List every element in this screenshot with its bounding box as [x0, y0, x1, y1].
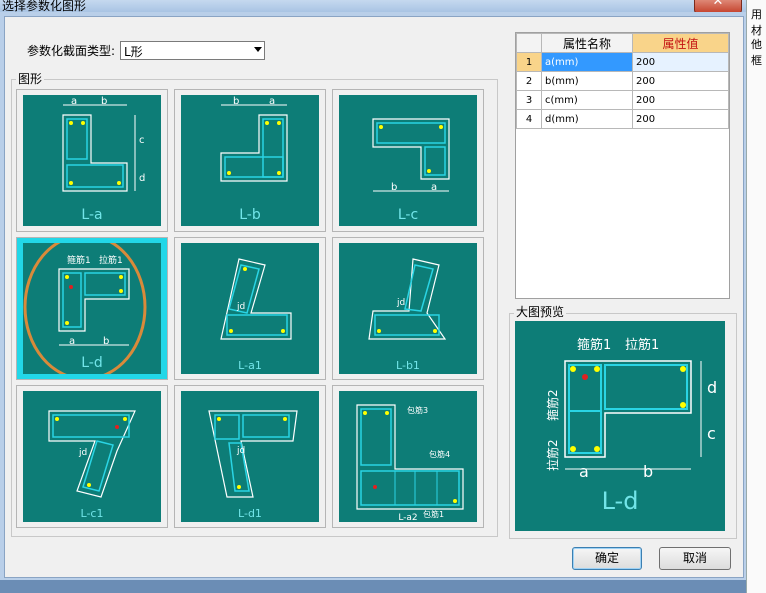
label-gujin1: 箍筋1: [577, 337, 611, 353]
row-number: 3: [516, 90, 542, 110]
column-header-name: 属性名称: [541, 33, 633, 53]
label-a: a: [71, 96, 77, 107]
background-text-2: 他框: [751, 38, 762, 67]
section-type-select[interactable]: L形: [120, 41, 265, 60]
ok-button[interactable]: 确定: [572, 547, 642, 570]
label-b: b: [233, 96, 239, 107]
table-row[interactable]: 1 a(mm) 200: [516, 52, 729, 72]
label-baojin3: 包筋3: [407, 405, 428, 415]
l-c1-diagram: jd: [48, 410, 136, 498]
table-header-row: 属性名称 属性值: [516, 33, 729, 53]
label-jd: jd: [236, 446, 245, 456]
shape-diagram: jd L-d1: [181, 391, 319, 522]
section-type-value: L形: [124, 45, 143, 59]
property-grid[interactable]: 属性名称 属性值 1 a(mm) 200 2 b(mm) 200 3 c(mm)…: [515, 32, 730, 299]
shape-caption: L-c: [397, 207, 419, 223]
shape-diagram: jd L-c1: [23, 391, 161, 522]
shape-caption: L-c1: [80, 507, 104, 520]
table-row[interactable]: 3 c(mm) 200: [516, 90, 729, 110]
l-a1-diagram: jd: [220, 258, 292, 340]
shape-thumb-l-d[interactable]: a b 箍筋1 拉筋1 L-d: [16, 233, 168, 381]
shape-diagram: jd L-b1: [339, 243, 477, 374]
shape-caption: L-a1: [238, 359, 262, 372]
shape-caption: L-a: [81, 207, 103, 223]
cancel-button[interactable]: 取消: [659, 547, 731, 570]
table-row[interactable]: 2 b(mm) 200: [516, 71, 729, 91]
l-d1-diagram: jd: [208, 410, 298, 498]
shape-caption: L-a2: [398, 513, 418, 523]
shape-thumb-l-a[interactable]: a b c d L-a: [16, 89, 168, 232]
property-table: 属性名称 属性值 1 a(mm) 200 2 b(mm) 200 3 c(mm)…: [516, 33, 729, 129]
table-row[interactable]: 4 d(mm) 200: [516, 109, 729, 129]
background-window-strip: 用材 他框: [746, 0, 766, 593]
label-b: b: [101, 96, 107, 107]
l-a2-diagram: 包筋3 包筋4 包筋1: [356, 404, 464, 519]
label-lajin1: 拉筋1: [99, 254, 123, 266]
label-a: a: [69, 336, 75, 347]
section-type-label: 参数化截面类型:: [27, 44, 116, 58]
label-lajin1: 拉筋1: [625, 337, 659, 353]
shape-thumb-l-a2[interactable]: 包筋3 包筋4 包筋1 L-a2: [332, 385, 484, 528]
row-number: 2: [516, 71, 542, 91]
preview-caption: L-d: [601, 487, 639, 515]
label-b: b: [643, 462, 653, 481]
property-name: c(mm): [541, 90, 633, 110]
l-b1-diagram: jd: [368, 258, 447, 340]
property-value[interactable]: 200: [632, 109, 729, 129]
label-c: c: [139, 135, 145, 146]
preview-panel: a b d c 箍筋1 拉筋1 箍筋2 拉筋2 L-d: [515, 321, 725, 531]
shape-caption: L-b: [239, 207, 261, 223]
shape-diagram: a b c d L-a: [23, 95, 161, 226]
row-number: 4: [516, 109, 542, 129]
label-baojin4: 包筋4: [429, 449, 450, 459]
property-value[interactable]: 200: [632, 90, 729, 110]
shape-thumb-l-b[interactable]: b a L-b: [174, 89, 326, 232]
property-name: a(mm): [541, 52, 633, 72]
row-number-header: [516, 33, 542, 53]
label-b: b: [391, 182, 397, 193]
shape-thumb-l-c1[interactable]: jd L-c1: [16, 385, 168, 528]
preview-label: 大图预览: [514, 303, 567, 320]
property-name: d(mm): [541, 109, 633, 129]
background-text-1: 用材: [751, 8, 762, 37]
label-a: a: [431, 182, 437, 193]
property-value[interactable]: 200: [632, 52, 729, 72]
shapes-group-label: 图形: [16, 70, 45, 87]
title-bar: 选择参数化图形: [0, 0, 746, 13]
label-gujin2: 箍筋2: [545, 389, 560, 421]
label-jd: jd: [236, 302, 245, 312]
label-c: c: [707, 424, 716, 443]
shape-diagram: b a L-b: [181, 95, 319, 226]
label-jd: jd: [78, 448, 87, 458]
property-value[interactable]: 200: [632, 71, 729, 91]
shape-diagram: a b 箍筋1 拉筋1 L-d: [23, 233, 161, 381]
label-jd: jd: [396, 298, 405, 308]
shape-thumb-l-d1[interactable]: jd L-d1: [174, 385, 326, 528]
row-number: 1: [516, 52, 542, 72]
label-d: d: [707, 378, 717, 397]
label-a: a: [579, 462, 589, 481]
label-lajin2: 拉筋2: [545, 439, 560, 471]
label-gujin1: 箍筋1: [67, 254, 91, 266]
column-header-value: 属性值: [632, 33, 729, 53]
shape-diagram: 包筋3 包筋4 包筋1 L-a2: [339, 391, 477, 523]
shape-diagram: jd L-a1: [181, 243, 319, 374]
shape-thumb-l-c[interactable]: b a L-c: [332, 89, 484, 232]
chevron-down-icon: [254, 47, 262, 52]
shape-caption: L-d1: [238, 507, 262, 520]
property-name: b(mm): [541, 71, 633, 91]
shape-caption: L-b1: [396, 359, 420, 372]
label-a: a: [269, 96, 275, 107]
shape-thumb-l-a1[interactable]: jd L-a1: [174, 237, 326, 380]
label-d: d: [139, 173, 145, 184]
label-b: b: [103, 336, 109, 347]
shape-diagram: b a L-c: [339, 95, 477, 226]
shape-caption: L-d: [81, 355, 103, 371]
shape-thumb-l-b1[interactable]: jd L-b1: [332, 237, 484, 380]
